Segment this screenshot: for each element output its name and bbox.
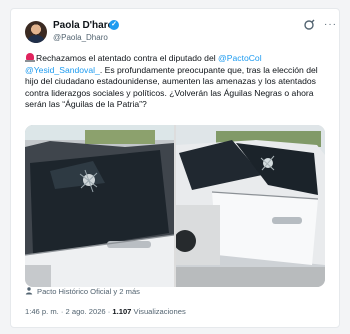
mention-yesid-sandoval[interactable]: @Yesid_Sandoval_ xyxy=(25,65,100,75)
tweet-time[interactable]: 1:46 p. m. xyxy=(25,307,59,316)
police-light-icon xyxy=(25,53,35,62)
views-count: 1.107 xyxy=(112,307,132,316)
avatar[interactable] xyxy=(25,21,47,43)
meta-separator: · xyxy=(58,307,66,316)
author-name[interactable]: Paola D'haro xyxy=(53,20,114,31)
tagged-users-label: Pacto Histórico Oficial y 2 más xyxy=(37,287,140,296)
tweet-text: Rechazamos el atentado contra el diputad… xyxy=(25,53,325,111)
grok-icon[interactable] xyxy=(303,19,315,31)
tweet-date[interactable]: 2 ago. 2026 xyxy=(66,307,106,316)
car-photo-right[interactable] xyxy=(176,125,325,287)
person-icon xyxy=(25,287,33,295)
tweet-part-1: Rechazamos el atentado contra el diputad… xyxy=(36,53,219,63)
verified-badge-icon: ✓ xyxy=(109,20,119,30)
media-grid xyxy=(25,125,325,287)
tagged-users[interactable]: Pacto Histórico Oficial y 2 más xyxy=(25,287,140,301)
more-icon[interactable]: ··· xyxy=(324,19,337,30)
author-handle[interactable]: @Paola_Dharo xyxy=(53,33,108,42)
tweet-meta: 1:46 p. m. · 2 ago. 2026 · 1.107 Visuali… xyxy=(25,307,186,316)
mention-pactocol[interactable]: @PactoCol xyxy=(218,53,262,63)
car-photo-left[interactable] xyxy=(25,125,174,287)
tweet-card: Paola D'haro ✓ @Paola_Dharo ··· Rechazam… xyxy=(10,8,340,328)
views-label: Visualizaciones xyxy=(131,307,186,316)
